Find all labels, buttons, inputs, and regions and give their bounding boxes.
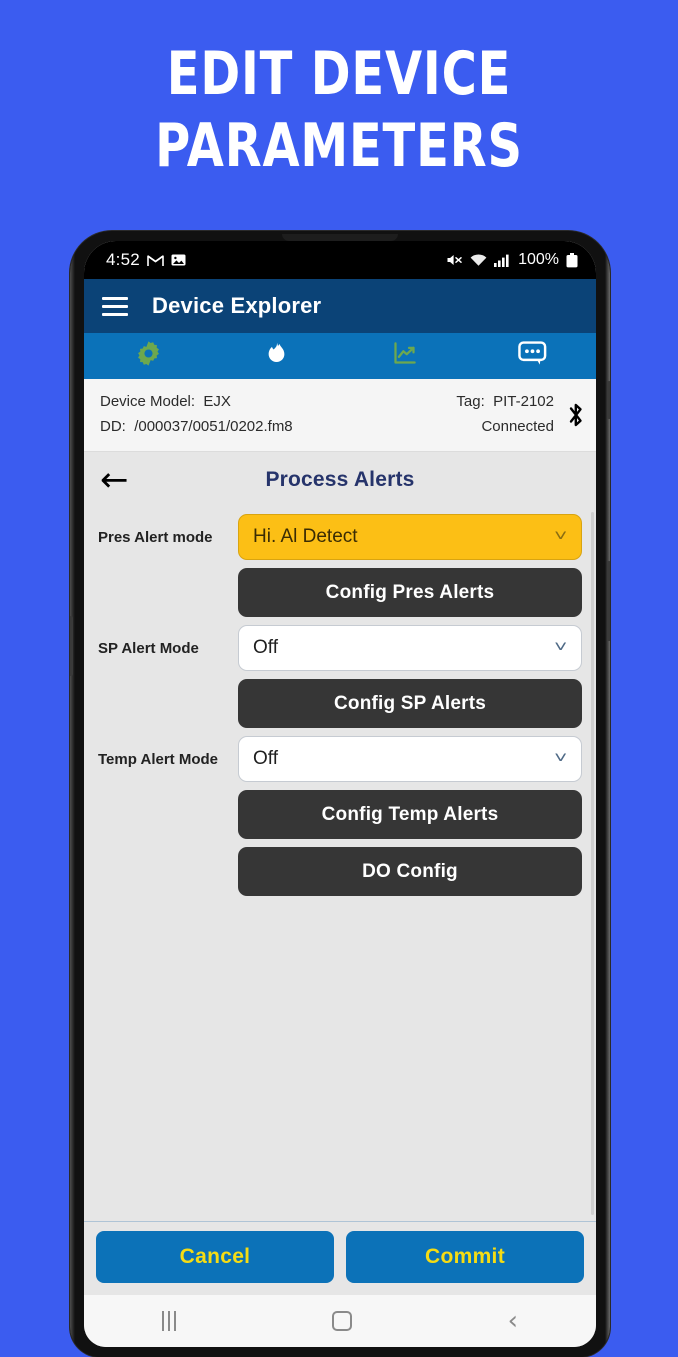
flame-icon [263, 340, 290, 372]
battery-icon [566, 252, 578, 268]
temp-alert-mode-label: Temp Alert Mode [98, 750, 219, 768]
temp-alert-mode-value: Off [253, 748, 278, 769]
device-dd-label: DD: [100, 418, 126, 435]
device-info-left: Device Model: EJX DD: /000037/0051/0202.… [100, 389, 293, 439]
device-info-right: Tag: PIT-2102 Connected [456, 389, 580, 439]
commit-button[interactable]: Commit [346, 1231, 584, 1283]
connection-status: Connected [481, 418, 554, 435]
config-sp-alerts-button[interactable]: Config SP Alerts [238, 679, 582, 728]
power-button[interactable] [607, 561, 610, 641]
chart-line-icon [391, 340, 418, 372]
home-icon[interactable] [331, 1311, 352, 1331]
sp-alert-mode-select[interactable]: Off ˅ [238, 625, 582, 671]
form-row-pres-alert: Pres Alert mode Hi. Al Detect ˅ [98, 514, 582, 560]
row-spacer [98, 790, 238, 839]
tab-bar [84, 333, 596, 379]
scrollbar[interactable] [591, 512, 594, 1215]
page-title: Process Alerts [265, 468, 415, 491]
sp-alert-mode-label: SP Alert Mode [98, 639, 199, 657]
tab-chart[interactable] [340, 333, 468, 379]
wifi-icon [470, 254, 487, 267]
config-temp-alerts-row: Config Temp Alerts [98, 790, 582, 839]
device-model-value: EJX [203, 393, 231, 410]
promo-headline: EDIT DEVICE PARAMETERS [68, 38, 610, 182]
config-sp-alerts-row: Config SP Alerts [98, 679, 582, 728]
device-info-panel: Device Model: EJX DD: /000037/0051/0202.… [84, 379, 596, 452]
config-pres-alerts-button[interactable]: Config Pres Alerts [238, 568, 582, 617]
app-bar: Device Explorer [84, 279, 596, 333]
device-model-label: Device Model: [100, 393, 196, 410]
phone-frame: 4:52 100% Device Explorer Device Model: … [70, 231, 610, 1357]
chevron-down-icon: ˅ [553, 528, 567, 545]
tab-flame[interactable] [212, 333, 340, 379]
gmail-icon [147, 254, 164, 267]
config-temp-alerts-button[interactable]: Config Temp Alerts [238, 790, 582, 839]
device-dd-value: /000037/0051/0202.fm8 [134, 418, 293, 435]
photo-icon [171, 253, 186, 267]
form-body: Pres Alert mode Hi. Al Detect ˅ Config P… [84, 508, 596, 1221]
form-row-temp-alert: Temp Alert Mode Off ˅ [98, 736, 582, 782]
chevron-down-icon: ˅ [553, 750, 567, 767]
page-header: ← Process Alerts [84, 452, 596, 508]
phone-screen: 4:52 100% Device Explorer Device Model: … [84, 241, 596, 1347]
do-config-button[interactable]: DO Config [238, 847, 582, 896]
battery-percent: 100% [518, 251, 559, 268]
row-spacer [98, 679, 238, 728]
tab-gear[interactable] [84, 333, 212, 379]
app-title: Device Explorer [152, 293, 322, 318]
pres-alert-mode-value: Hi. Al Detect [253, 526, 358, 547]
recent-apps-icon[interactable] [161, 1311, 176, 1331]
signal-icon [494, 254, 509, 267]
nav-back-icon[interactable]: ‹ [508, 1308, 518, 1334]
action-bar: Cancel Commit [84, 1221, 596, 1295]
status-bar: 4:52 100% [84, 241, 596, 279]
cancel-button[interactable]: Cancel [96, 1231, 334, 1283]
hamburger-menu-icon[interactable] [102, 296, 128, 316]
mute-icon [446, 253, 463, 267]
chevron-down-icon: ˅ [553, 639, 567, 656]
sp-alert-mode-value: Off [253, 637, 278, 658]
promo-headline-line1: EDIT DEVICE [166, 39, 512, 109]
gear-icon [135, 340, 162, 372]
android-nav-bar: ‹ [84, 1295, 596, 1347]
pres-alert-mode-select[interactable]: Hi. Al Detect ˅ [238, 514, 582, 560]
back-arrow-icon[interactable]: ← [100, 463, 129, 497]
device-dd-row: DD: /000037/0051/0202.fm8 [100, 414, 293, 439]
earpiece-speaker [282, 234, 398, 241]
pres-alert-mode-label: Pres Alert mode [98, 528, 213, 546]
do-config-row: DO Config [98, 847, 582, 896]
promo-headline-line2: PARAMETERS [155, 111, 523, 181]
message-icon [517, 340, 547, 372]
tab-message[interactable] [468, 333, 596, 379]
status-time: 4:52 [106, 250, 140, 269]
device-tag-label: Tag: [456, 393, 485, 410]
device-model-row: Device Model: EJX [100, 389, 293, 414]
volume-button[interactable] [70, 616, 73, 676]
bluetooth-icon [566, 401, 586, 434]
config-pres-alerts-row: Config Pres Alerts [98, 568, 582, 617]
row-spacer [98, 847, 238, 896]
temp-alert-mode-select[interactable]: Off ˅ [238, 736, 582, 782]
row-spacer [98, 568, 238, 617]
device-tag-value: PIT-2102 [493, 393, 554, 410]
bixby-button[interactable] [607, 381, 610, 419]
device-tag-row: Tag: PIT-2102 [456, 389, 554, 414]
form-row-sp-alert: SP Alert Mode Off ˅ [98, 625, 582, 671]
